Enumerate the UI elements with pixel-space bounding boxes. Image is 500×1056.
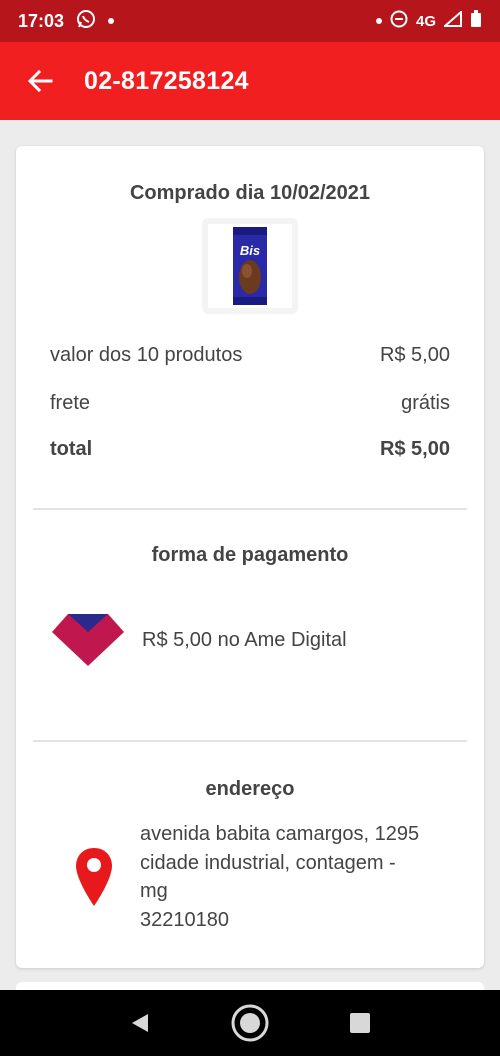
ame-digital-logo — [52, 614, 124, 666]
product-thumbnail[interactable]: Bis — [202, 218, 298, 314]
arrow-left-icon — [27, 69, 53, 93]
status-bar: 17:03 4G — [0, 0, 500, 42]
nav-home-button[interactable] — [230, 1003, 270, 1043]
address-line-2: cidade industrial, contagem - — [140, 851, 396, 874]
square-recents-icon — [349, 1013, 370, 1033]
products-value-row: valor dos 10 produtos R$ 5,00 — [50, 344, 450, 367]
divider — [33, 508, 467, 510]
whatsapp-icon — [76, 9, 96, 34]
address-section-title: endereço — [205, 778, 295, 800]
app-bar: 02-817258124 — [0, 42, 500, 120]
total-value: R$ 5,00 — [379, 438, 450, 460]
total-label: total — [50, 438, 93, 460]
svg-text:Bis: Bis — [240, 243, 260, 258]
notification-dot-icon — [375, 18, 382, 24]
nav-recents-button[interactable] — [349, 1012, 371, 1034]
total-row: total R$ 5,00 — [50, 438, 450, 461]
shipping-row: frete grátis — [50, 392, 450, 415]
order-number-title: 02-817258124 — [84, 66, 249, 95]
address-line-1: avenida babita camargos, 1295 — [140, 823, 420, 845]
divider — [33, 740, 467, 742]
payment-method-text: R$ 5,00 no Ame Digital — [142, 628, 347, 651]
address-line-3: mg — [140, 880, 168, 902]
shipping-label: frete — [50, 392, 91, 414]
location-pin-icon — [74, 846, 114, 913]
address-zip: 32210180 — [140, 908, 229, 931]
order-detail-card: Comprado dia 10/02/2021 Bis valor dos 10… — [16, 146, 484, 968]
signal-icon — [442, 9, 462, 31]
battery-icon — [470, 10, 482, 32]
notification-dot-icon — [108, 18, 115, 24]
product-image: Bis — [233, 227, 267, 305]
address-text: avenida babita camargos, 1295 cidade ind… — [140, 820, 450, 934]
nav-back-button[interactable] — [129, 1012, 151, 1034]
triangle-back-icon — [132, 1014, 149, 1032]
network-type: 4G — [415, 12, 436, 30]
purchase-date: Comprado dia 10/02/2021 — [129, 182, 371, 204]
status-time: 17:03 — [18, 10, 65, 31]
shipping-value: grátis — [401, 392, 450, 414]
products-value-label: valor dos 10 produtos — [50, 344, 243, 366]
circle-home-icon — [231, 1004, 269, 1042]
payment-method-row: R$ 5,00 no Ame Digital — [50, 612, 347, 668]
back-button[interactable] — [20, 61, 60, 101]
payment-section-title: forma de pagamento — [151, 544, 349, 566]
do-not-disturb-icon — [390, 10, 408, 32]
products-value-amount: R$ 5,00 — [379, 344, 450, 366]
navigation-bar — [0, 990, 500, 1056]
